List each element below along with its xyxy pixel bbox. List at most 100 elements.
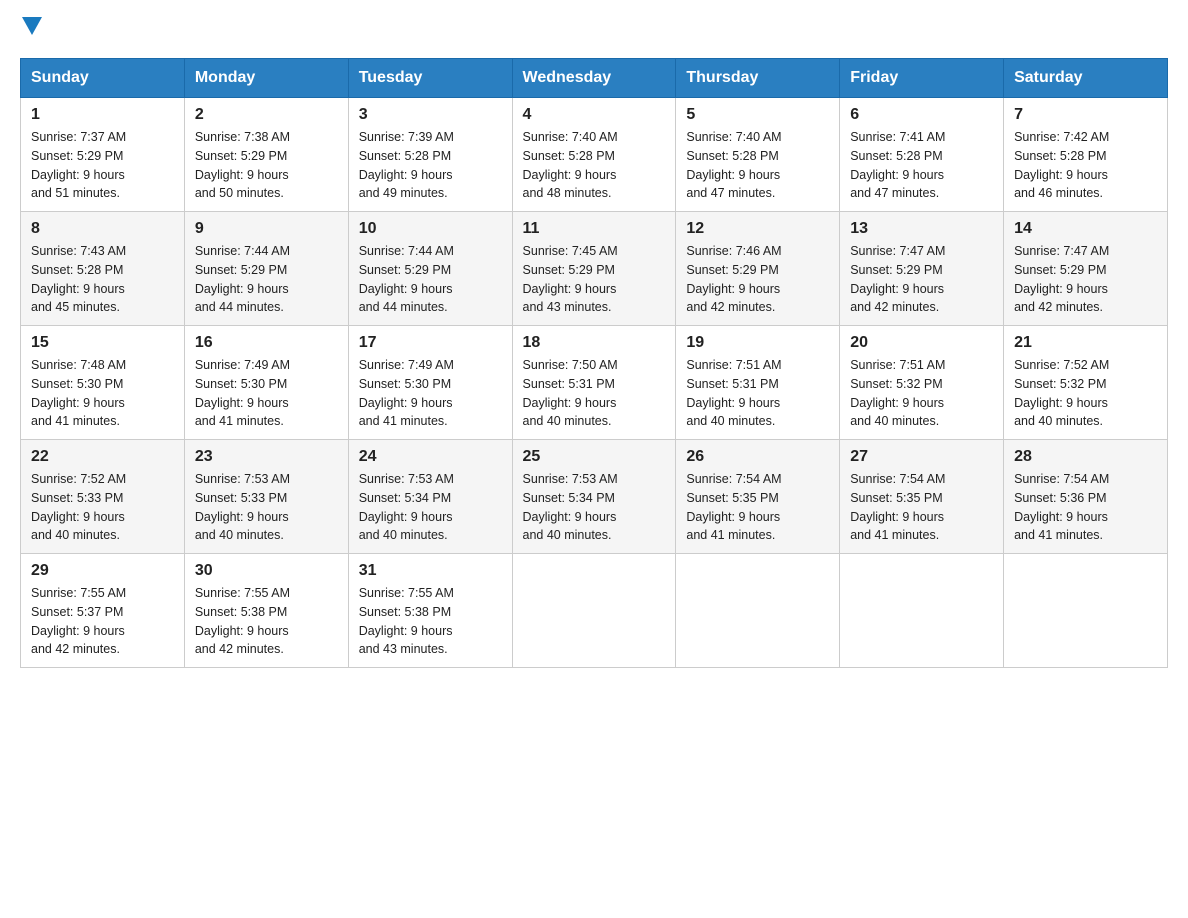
col-header-tuesday: Tuesday xyxy=(348,59,512,98)
day-number: 26 xyxy=(686,448,829,466)
day-number: 6 xyxy=(850,106,993,124)
calendar-cell: 12 Sunrise: 7:46 AMSunset: 5:29 PMDaylig… xyxy=(676,212,840,326)
day-info: Sunrise: 7:37 AMSunset: 5:29 PMDaylight:… xyxy=(31,130,126,200)
day-info: Sunrise: 7:54 AMSunset: 5:36 PMDaylight:… xyxy=(1014,472,1109,542)
calendar-cell xyxy=(512,554,676,668)
day-number: 22 xyxy=(31,448,174,466)
day-number: 31 xyxy=(359,562,502,580)
calendar-cell: 2 Sunrise: 7:38 AMSunset: 5:29 PMDayligh… xyxy=(184,98,348,212)
calendar-cell xyxy=(676,554,840,668)
day-number: 8 xyxy=(31,220,174,238)
day-info: Sunrise: 7:54 AMSunset: 5:35 PMDaylight:… xyxy=(686,472,781,542)
col-header-saturday: Saturday xyxy=(1004,59,1168,98)
calendar-cell: 28 Sunrise: 7:54 AMSunset: 5:36 PMDaylig… xyxy=(1004,440,1168,554)
day-info: Sunrise: 7:53 AMSunset: 5:34 PMDaylight:… xyxy=(359,472,454,542)
day-info: Sunrise: 7:42 AMSunset: 5:28 PMDaylight:… xyxy=(1014,130,1109,200)
day-info: Sunrise: 7:51 AMSunset: 5:31 PMDaylight:… xyxy=(686,358,781,428)
calendar-cell: 7 Sunrise: 7:42 AMSunset: 5:28 PMDayligh… xyxy=(1004,98,1168,212)
day-info: Sunrise: 7:43 AMSunset: 5:28 PMDaylight:… xyxy=(31,244,126,314)
day-number: 2 xyxy=(195,106,338,124)
calendar-cell: 29 Sunrise: 7:55 AMSunset: 5:37 PMDaylig… xyxy=(21,554,185,668)
day-number: 11 xyxy=(523,220,666,238)
calendar-cell: 10 Sunrise: 7:44 AMSunset: 5:29 PMDaylig… xyxy=(348,212,512,326)
day-info: Sunrise: 7:41 AMSunset: 5:28 PMDaylight:… xyxy=(850,130,945,200)
day-info: Sunrise: 7:38 AMSunset: 5:29 PMDaylight:… xyxy=(195,130,290,200)
day-info: Sunrise: 7:55 AMSunset: 5:38 PMDaylight:… xyxy=(195,586,290,656)
day-number: 28 xyxy=(1014,448,1157,466)
col-header-friday: Friday xyxy=(840,59,1004,98)
calendar-cell: 5 Sunrise: 7:40 AMSunset: 5:28 PMDayligh… xyxy=(676,98,840,212)
day-info: Sunrise: 7:54 AMSunset: 5:35 PMDaylight:… xyxy=(850,472,945,542)
col-header-wednesday: Wednesday xyxy=(512,59,676,98)
day-info: Sunrise: 7:51 AMSunset: 5:32 PMDaylight:… xyxy=(850,358,945,428)
day-number: 17 xyxy=(359,334,502,352)
day-number: 15 xyxy=(31,334,174,352)
calendar-cell: 26 Sunrise: 7:54 AMSunset: 5:35 PMDaylig… xyxy=(676,440,840,554)
day-number: 12 xyxy=(686,220,829,238)
day-info: Sunrise: 7:53 AMSunset: 5:33 PMDaylight:… xyxy=(195,472,290,542)
logo-general-line xyxy=(20,20,42,38)
day-number: 18 xyxy=(523,334,666,352)
calendar-week-row: 8 Sunrise: 7:43 AMSunset: 5:28 PMDayligh… xyxy=(21,212,1168,326)
day-number: 29 xyxy=(31,562,174,580)
day-info: Sunrise: 7:40 AMSunset: 5:28 PMDaylight:… xyxy=(686,130,781,200)
calendar-week-row: 15 Sunrise: 7:48 AMSunset: 5:30 PMDaylig… xyxy=(21,326,1168,440)
calendar-cell: 31 Sunrise: 7:55 AMSunset: 5:38 PMDaylig… xyxy=(348,554,512,668)
calendar-header-row: SundayMondayTuesdayWednesdayThursdayFrid… xyxy=(21,59,1168,98)
col-header-monday: Monday xyxy=(184,59,348,98)
calendar-cell: 25 Sunrise: 7:53 AMSunset: 5:34 PMDaylig… xyxy=(512,440,676,554)
calendar-cell: 15 Sunrise: 7:48 AMSunset: 5:30 PMDaylig… xyxy=(21,326,185,440)
calendar-cell xyxy=(840,554,1004,668)
day-info: Sunrise: 7:53 AMSunset: 5:34 PMDaylight:… xyxy=(523,472,618,542)
day-number: 16 xyxy=(195,334,338,352)
day-info: Sunrise: 7:55 AMSunset: 5:38 PMDaylight:… xyxy=(359,586,454,656)
calendar-cell: 1 Sunrise: 7:37 AMSunset: 5:29 PMDayligh… xyxy=(21,98,185,212)
logo-triangle-icon xyxy=(22,17,42,35)
calendar-cell: 16 Sunrise: 7:49 AMSunset: 5:30 PMDaylig… xyxy=(184,326,348,440)
calendar-cell: 23 Sunrise: 7:53 AMSunset: 5:33 PMDaylig… xyxy=(184,440,348,554)
day-number: 9 xyxy=(195,220,338,238)
day-info: Sunrise: 7:52 AMSunset: 5:32 PMDaylight:… xyxy=(1014,358,1109,428)
day-number: 5 xyxy=(686,106,829,124)
day-number: 25 xyxy=(523,448,666,466)
calendar-week-row: 1 Sunrise: 7:37 AMSunset: 5:29 PMDayligh… xyxy=(21,98,1168,212)
calendar-cell: 8 Sunrise: 7:43 AMSunset: 5:28 PMDayligh… xyxy=(21,212,185,326)
day-number: 14 xyxy=(1014,220,1157,238)
calendar-cell: 9 Sunrise: 7:44 AMSunset: 5:29 PMDayligh… xyxy=(184,212,348,326)
day-info: Sunrise: 7:46 AMSunset: 5:29 PMDaylight:… xyxy=(686,244,781,314)
page-header xyxy=(20,20,1168,38)
day-info: Sunrise: 7:39 AMSunset: 5:28 PMDaylight:… xyxy=(359,130,454,200)
day-info: Sunrise: 7:47 AMSunset: 5:29 PMDaylight:… xyxy=(850,244,945,314)
calendar-cell: 21 Sunrise: 7:52 AMSunset: 5:32 PMDaylig… xyxy=(1004,326,1168,440)
day-number: 24 xyxy=(359,448,502,466)
calendar-cell: 22 Sunrise: 7:52 AMSunset: 5:33 PMDaylig… xyxy=(21,440,185,554)
day-info: Sunrise: 7:47 AMSunset: 5:29 PMDaylight:… xyxy=(1014,244,1109,314)
day-number: 10 xyxy=(359,220,502,238)
calendar-cell: 30 Sunrise: 7:55 AMSunset: 5:38 PMDaylig… xyxy=(184,554,348,668)
calendar-week-row: 22 Sunrise: 7:52 AMSunset: 5:33 PMDaylig… xyxy=(21,440,1168,554)
day-number: 19 xyxy=(686,334,829,352)
day-info: Sunrise: 7:48 AMSunset: 5:30 PMDaylight:… xyxy=(31,358,126,428)
day-number: 13 xyxy=(850,220,993,238)
calendar-cell: 14 Sunrise: 7:47 AMSunset: 5:29 PMDaylig… xyxy=(1004,212,1168,326)
calendar-cell: 6 Sunrise: 7:41 AMSunset: 5:28 PMDayligh… xyxy=(840,98,1004,212)
day-info: Sunrise: 7:50 AMSunset: 5:31 PMDaylight:… xyxy=(523,358,618,428)
day-info: Sunrise: 7:40 AMSunset: 5:28 PMDaylight:… xyxy=(523,130,618,200)
col-header-sunday: Sunday xyxy=(21,59,185,98)
day-number: 23 xyxy=(195,448,338,466)
day-info: Sunrise: 7:44 AMSunset: 5:29 PMDaylight:… xyxy=(359,244,454,314)
calendar-cell: 19 Sunrise: 7:51 AMSunset: 5:31 PMDaylig… xyxy=(676,326,840,440)
day-number: 30 xyxy=(195,562,338,580)
calendar-week-row: 29 Sunrise: 7:55 AMSunset: 5:37 PMDaylig… xyxy=(21,554,1168,668)
calendar-cell: 3 Sunrise: 7:39 AMSunset: 5:28 PMDayligh… xyxy=(348,98,512,212)
day-info: Sunrise: 7:55 AMSunset: 5:37 PMDaylight:… xyxy=(31,586,126,656)
day-info: Sunrise: 7:44 AMSunset: 5:29 PMDaylight:… xyxy=(195,244,290,314)
calendar-cell: 13 Sunrise: 7:47 AMSunset: 5:29 PMDaylig… xyxy=(840,212,1004,326)
day-number: 1 xyxy=(31,106,174,124)
calendar-cell: 24 Sunrise: 7:53 AMSunset: 5:34 PMDaylig… xyxy=(348,440,512,554)
calendar-cell: 4 Sunrise: 7:40 AMSunset: 5:28 PMDayligh… xyxy=(512,98,676,212)
day-number: 20 xyxy=(850,334,993,352)
day-number: 7 xyxy=(1014,106,1157,124)
day-number: 4 xyxy=(523,106,666,124)
calendar-cell: 18 Sunrise: 7:50 AMSunset: 5:31 PMDaylig… xyxy=(512,326,676,440)
